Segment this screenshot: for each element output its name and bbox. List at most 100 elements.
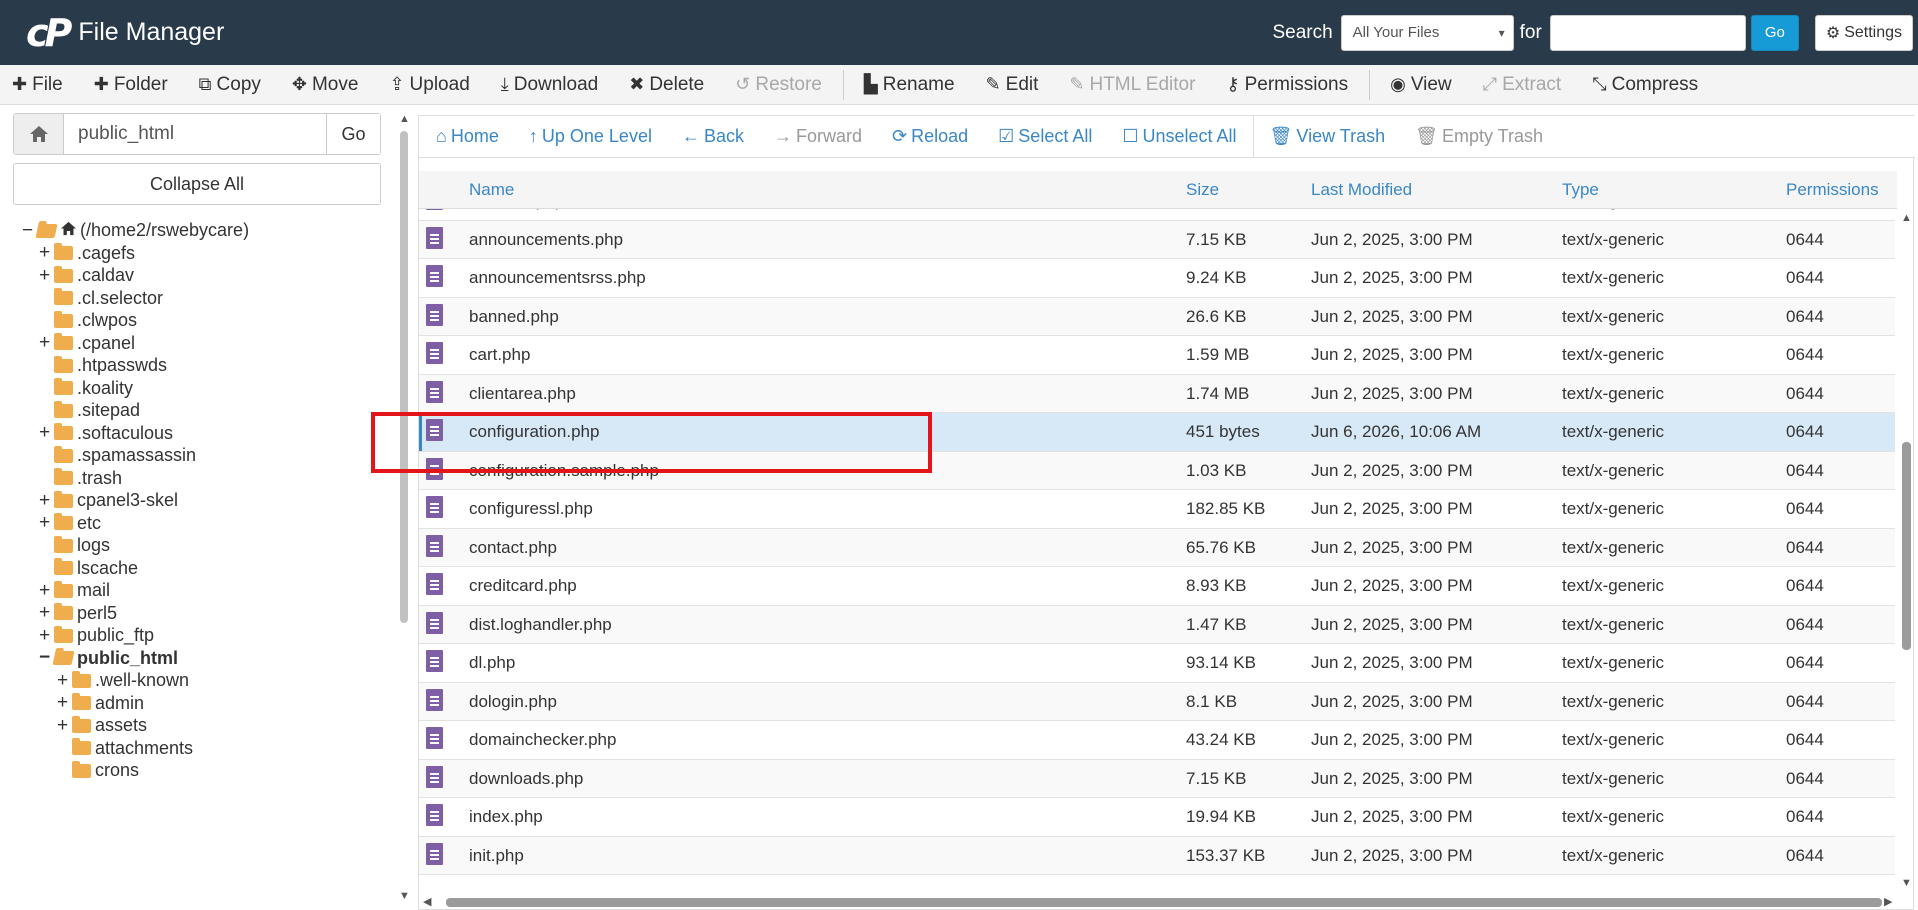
- expand-icon[interactable]: +: [37, 332, 52, 354]
- table-row[interactable]: domainchecker.php 43.24 KB Jun 2, 2025, 3:…: [419, 721, 1895, 760]
- select-all-button[interactable]: ☑ Select All: [998, 126, 1092, 147]
- unselect-all-button[interactable]: ☐ Unselect All: [1122, 126, 1236, 147]
- column-header-size[interactable]: Size: [1186, 180, 1219, 200]
- column-header-type[interactable]: Type: [1562, 180, 1599, 200]
- compress-icon: ⤡: [1592, 74, 1607, 94]
- column-header-last-modified[interactable]: Last Modified: [1311, 180, 1412, 200]
- table-row[interactable]: configuressl.php 182.85 KB Jun 2, 2025, 3:…: [419, 490, 1895, 529]
- search-go-button[interactable]: Go: [1750, 14, 1799, 51]
- delete-button[interactable]: ✖ Delete: [629, 74, 704, 96]
- search-scope-value: All Your Files: [1352, 24, 1440, 41]
- horizontal-scrollbar[interactable]: ◀ ▶: [419, 894, 1913, 909]
- move-button[interactable]: ✥ Move: [292, 74, 359, 96]
- table-row[interactable]: contact.php 65.76 KB Jun 2, 2025, 3:00 PM t…: [419, 528, 1895, 567]
- download-button[interactable]: ⤓ Download: [501, 74, 598, 96]
- table-row[interactable]: index.php 19.94 KB Jun 2, 2025, 3:00 PM tex…: [419, 798, 1895, 837]
- folder-open-icon: [52, 651, 75, 665]
- file-name: dl.php: [469, 653, 516, 672]
- path-go-button[interactable]: Go: [326, 114, 380, 154]
- table-row[interactable]: announcementsrss.php 9.24 KB Jun 2, 2025, …: [419, 259, 1895, 298]
- compress-button[interactable]: ⤡ Compress: [1592, 74, 1698, 96]
- cpanel-logo[interactable]: cP File Manager: [26, 14, 224, 52]
- home-icon[interactable]: [14, 114, 64, 154]
- scroll-down-icon[interactable]: ▼: [1901, 877, 1912, 889]
- search-input[interactable]: [1549, 14, 1746, 51]
- search-scope-select[interactable]: All Your Files ▾: [1340, 14, 1514, 51]
- upload-button[interactable]: ⇪ Upload: [389, 74, 469, 96]
- file-modified: Jun 2, 2025, 3:00 PM: [1311, 499, 1473, 518]
- file-list-scrollbar[interactable]: ▲ ▼: [1899, 209, 1913, 894]
- expand-icon[interactable]: +: [37, 242, 52, 264]
- forward-button[interactable]: → Forward: [774, 126, 862, 147]
- home-button[interactable]: ⌂ Home: [436, 126, 499, 147]
- table-row[interactable]: cart.php 1.59 MB Jun 2, 2025, 3:00 PM text/…: [419, 336, 1895, 375]
- folder-button[interactable]: ✚ Folder: [94, 74, 168, 96]
- tree-item-crons[interactable]: crons: [55, 757, 139, 784]
- file-list-scrollbar-thumb[interactable]: [1902, 442, 1911, 650]
- edit-button[interactable]: ✎ Edit: [986, 74, 1039, 96]
- expand-icon[interactable]: +: [55, 715, 70, 737]
- file-modified: Jun 2, 2025, 3:00 PM: [1311, 730, 1473, 749]
- horizontal-scrollbar-thumb[interactable]: [446, 898, 1882, 907]
- path-input[interactable]: public_html: [64, 114, 326, 154]
- view-button[interactable]: ◉ View: [1390, 74, 1452, 96]
- rename-button[interactable]: ▙ Rename: [864, 74, 955, 96]
- table-row[interactable]: dist.loghandler.php 1.47 KB Jun 2, 2025, 3…: [419, 605, 1895, 644]
- scroll-up-icon[interactable]: ▲: [1901, 212, 1912, 224]
- expand-icon[interactable]: +: [37, 265, 52, 287]
- expand-icon[interactable]: +: [37, 490, 52, 512]
- file-modified: Jun 2, 2025, 3:00 PM: [1311, 345, 1473, 364]
- expand-icon[interactable]: +: [55, 692, 70, 714]
- table-row[interactable]: dl.php 93.14 KB Jun 2, 2025, 3:00 PM text/x…: [419, 644, 1895, 683]
- expand-icon[interactable]: +: [55, 670, 70, 692]
- back-button[interactable]: ← Back: [682, 126, 744, 147]
- table-row[interactable]: downloads.php 7.15 KB Jun 2, 2025, 3:00 PM…: [419, 759, 1895, 798]
- tree-item-label: etc: [77, 512, 102, 533]
- tree-scrollbar-thumb[interactable]: [400, 131, 408, 623]
- up-one-level-button[interactable]: ↑ Up One Level: [529, 126, 652, 147]
- column-header-permissions[interactable]: Permissions: [1786, 180, 1879, 200]
- empty-trash-button[interactable]: 🗑 Empty Trash: [1415, 126, 1543, 147]
- settings-button[interactable]: ⚙ Settings: [1814, 14, 1913, 51]
- scroll-up-icon[interactable]: ▲: [399, 113, 410, 125]
- file-button[interactable]: ✚ File: [12, 74, 63, 96]
- chevron-down-icon: ▾: [1498, 25, 1505, 40]
- table-row[interactable]: creditcard.php 8.93 KB Jun 2, 2025, 3:00 P…: [419, 567, 1895, 606]
- table-row[interactable]: init.php 153.37 KB Jun 2, 2025, 3:00 PM tex…: [419, 836, 1895, 875]
- table-row[interactable]: banned.php 26.6 KB Jun 2, 2025, 3:00 PM tex…: [419, 297, 1895, 336]
- file-size: 43.24 KB: [1186, 730, 1256, 749]
- view-trash-button[interactable]: 🗑 View Trash: [1270, 126, 1386, 147]
- tree-scrollbar[interactable]: ▲ ▼: [398, 113, 410, 903]
- file-text-icon: [426, 688, 443, 711]
- file-type: text/x-generic: [1562, 653, 1665, 672]
- permissions-button[interactable]: ⚷ Permissions: [1226, 74, 1348, 96]
- html-editor-button[interactable]: ✎ HTML Editor: [1069, 74, 1195, 96]
- file-modified: Jun 2, 2025, 3:00 PM: [1311, 807, 1473, 826]
- expand-icon[interactable]: +: [37, 580, 52, 602]
- table-row[interactable]: clientarea.php 1.74 MB Jun 2, 2025, 3:00 P…: [419, 374, 1895, 413]
- column-header-name[interactable]: Name: [469, 180, 514, 200]
- scroll-down-icon[interactable]: ▼: [399, 890, 410, 902]
- restore-button[interactable]: ↺ Restore: [735, 74, 822, 96]
- expand-icon[interactable]: +: [37, 512, 52, 534]
- file-name: contact.php: [469, 537, 557, 557]
- table-row[interactable]: dologin.php 8.1 KB Jun 2, 2025, 3:00 PM tex…: [419, 682, 1895, 721]
- scroll-right-icon[interactable]: ▶: [1884, 895, 1892, 908]
- folder-icon: [54, 423, 73, 440]
- extract-button[interactable]: ⤢ Extract: [1483, 74, 1562, 96]
- expand-icon[interactable]: +: [37, 625, 52, 647]
- table-row[interactable]: announcements.php 7.15 KB Jun 2, 2025, 3:0…: [419, 220, 1895, 259]
- expand-icon[interactable]: +: [37, 422, 52, 444]
- reload-button[interactable]: ⟳ Reload: [892, 126, 968, 147]
- folder-icon: [72, 693, 91, 710]
- table-row[interactable]: affiliates.php 167.74 KB Jun 2, 2025, 3:00…: [419, 209, 1895, 221]
- collapse-all-button[interactable]: Collapse All: [13, 163, 381, 205]
- expand-icon[interactable]: +: [37, 602, 52, 624]
- collapse-icon[interactable]: −: [37, 647, 52, 669]
- tree-item-label: .softaculous: [77, 422, 174, 443]
- file-permissions: 0644: [1786, 345, 1824, 364]
- collapse-icon[interactable]: −: [20, 220, 35, 242]
- copy-button[interactable]: ⧉ Copy: [199, 74, 261, 96]
- folder-icon: [54, 333, 73, 350]
- scroll-left-icon[interactable]: ◀: [423, 895, 431, 908]
